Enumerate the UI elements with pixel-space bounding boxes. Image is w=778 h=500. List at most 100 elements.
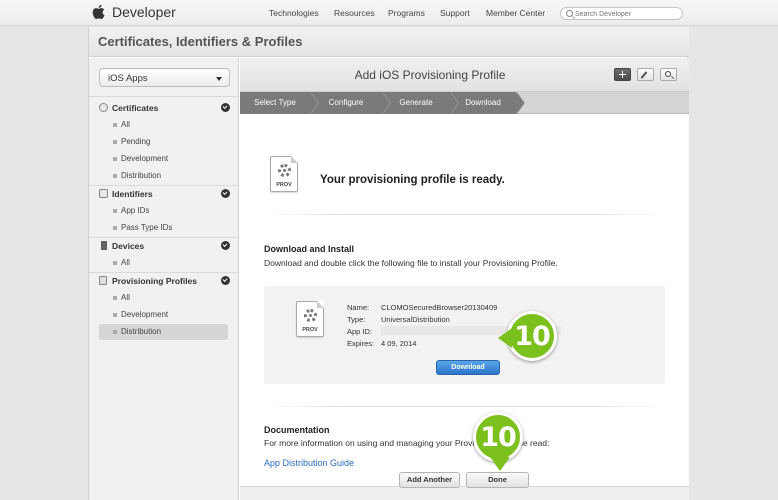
section-devices[interactable]: Devices [99, 238, 230, 254]
bullet-icon [113, 140, 117, 144]
step-bar: Select Type Configure Generate Download [240, 92, 689, 114]
page-header: Certificates, Identifiers & Profiles [89, 27, 689, 57]
nav-member-center[interactable]: Member Center [486, 8, 545, 18]
doc-tag: PROV [276, 182, 292, 188]
sidebar-item-label: Distribution [121, 327, 162, 336]
name-value: CLOMOSecuredBrowser20130409 [381, 303, 498, 312]
search-button[interactable] [660, 68, 677, 81]
app-distribution-guide-link[interactable]: App Distribution Guide [264, 458, 354, 468]
divider [89, 96, 239, 97]
sidebar-item-label: App IDs [121, 206, 150, 215]
nav-resources[interactable]: Resources [334, 8, 375, 18]
done-button[interactable]: Done [466, 472, 529, 488]
sidebar-item-certificates-all[interactable]: All [99, 117, 228, 133]
section-label: Certificates [112, 103, 159, 113]
add-another-button[interactable]: Add Another [399, 472, 460, 488]
id-icon [99, 189, 108, 198]
page-title: Certificates, Identifiers & Profiles [98, 34, 303, 49]
search-box[interactable] [560, 7, 683, 20]
sidebar-item-profiles-all[interactable]: All [99, 290, 228, 306]
bullet-icon [113, 313, 117, 317]
bullet-icon [113, 330, 117, 334]
content-header: Add iOS Provisioning Profile [240, 58, 689, 92]
sidebar-item-label: Development [121, 310, 169, 319]
section-label: Identifiers [112, 189, 153, 199]
step-label: Download [465, 98, 501, 107]
divider [264, 214, 665, 215]
content-panel: Add iOS Provisioning Profile Select Type… [240, 58, 689, 500]
add-button[interactable] [614, 68, 631, 81]
step-callout-done: 10 [473, 412, 523, 471]
sidebar-item-app-ids[interactable]: App IDs [99, 203, 228, 219]
callout-pointer-icon [490, 457, 510, 471]
gear-icon [304, 309, 317, 322]
sidebar-item-profiles-development[interactable]: Development [99, 307, 228, 323]
download-heading: Download and Install [264, 244, 355, 254]
collapse-icon[interactable] [221, 276, 230, 285]
sidebar-item-label: Pass Type IDs [121, 223, 173, 232]
sidebar-item-label: Pending [121, 137, 151, 146]
chevron-down-icon [216, 77, 222, 81]
type-value: UniversalDistribution [381, 315, 450, 324]
edit-button[interactable] [637, 68, 654, 81]
sidebar-item-certificates-distribution[interactable]: Distribution [99, 168, 228, 184]
download-button[interactable]: Download [436, 360, 500, 375]
step-select-type: Select Type [240, 92, 319, 114]
doc-tag: PROV [302, 327, 318, 333]
sidebar-item-label: All [121, 258, 130, 267]
sidebar-item-pass-type-ids[interactable]: Pass Type IDs [99, 220, 228, 236]
sidebar-item-label: All [121, 293, 130, 302]
section-label: Provisioning Profiles [112, 276, 198, 286]
certificate-icon [99, 103, 108, 112]
bullet-icon [113, 261, 117, 265]
nav-programs[interactable]: Programs [388, 8, 425, 18]
footer-bar [240, 486, 689, 500]
documentation-heading: Documentation [264, 425, 330, 435]
platform-select-value: iOS Apps [108, 73, 148, 84]
sidebar-item-profiles-distribution[interactable]: Distribution [99, 324, 228, 340]
sidebar-item-label: Distribution [121, 171, 162, 180]
step-callout-download: 10 [498, 311, 557, 361]
top-nav: Developer Technologies Resources Program… [0, 0, 778, 26]
bullet-icon [113, 123, 117, 127]
ready-message: Your provisioning profile is ready. [320, 174, 505, 186]
profile-icon [99, 276, 107, 285]
platform-select[interactable]: iOS Apps [99, 68, 230, 87]
callout-number: 10 [480, 422, 517, 453]
sidebar: iOS Apps Certificates All Pending Develo… [89, 58, 239, 500]
step-configure: Configure [310, 92, 391, 114]
collapse-icon[interactable] [221, 241, 230, 250]
collapse-icon[interactable] [221, 189, 230, 198]
provisioning-profile-icon: PROV [270, 156, 298, 192]
section-label: Devices [112, 241, 145, 251]
expires-key: Expires: [347, 339, 375, 348]
step-label: Generate [399, 98, 433, 107]
app-id-key: App ID: [347, 327, 373, 336]
type-key: Type: [347, 315, 366, 324]
collapse-icon[interactable] [221, 103, 230, 112]
sidebar-item-certificates-pending[interactable]: Pending [99, 134, 228, 150]
step-label: Configure [328, 98, 364, 107]
sidebar-item-devices-all[interactable]: All [99, 255, 228, 271]
step-label: Select Type [254, 98, 296, 107]
bullet-icon [113, 209, 117, 213]
plus-icon [619, 71, 626, 78]
provisioning-profile-icon: PROV [296, 301, 324, 337]
name-key: Name: [347, 303, 370, 312]
step-download: Download [450, 92, 525, 114]
bullet-icon [113, 157, 117, 161]
device-icon [101, 241, 107, 250]
section-identifiers[interactable]: Identifiers [99, 186, 230, 202]
bullet-icon [113, 296, 117, 300]
search-icon [566, 10, 573, 17]
sidebar-item-certificates-development[interactable]: Development [99, 151, 228, 167]
content-title: Add iOS Provisioning Profile [354, 68, 506, 82]
section-certificates[interactable]: Certificates [99, 100, 230, 116]
section-provisioning-profiles[interactable]: Provisioning Profiles [99, 273, 230, 289]
brand[interactable]: Developer [92, 4, 176, 20]
nav-support[interactable]: Support [440, 8, 470, 18]
nav-technologies[interactable]: Technologies [269, 8, 319, 18]
brand-text: Developer [112, 4, 176, 20]
callout-number: 10 [514, 321, 551, 352]
search-input[interactable] [575, 9, 679, 19]
